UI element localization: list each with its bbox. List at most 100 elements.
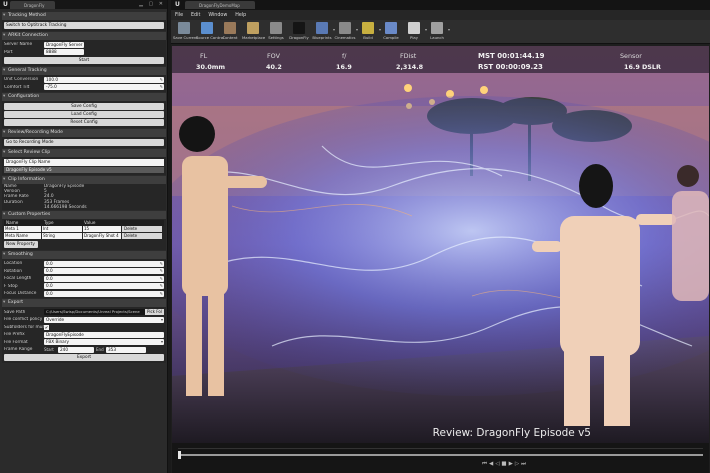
left-window-controls[interactable]: ▁ ▢ ✕ — [139, 1, 165, 7]
hud-sensor-value: 16.9 DSLR — [624, 63, 661, 71]
section-general-tracking[interactable]: General Tracking — [2, 67, 166, 75]
end-frame-input[interactable]: 353 — [106, 346, 146, 353]
timeline-playhead[interactable] — [178, 451, 181, 459]
toolbar-play-button[interactable]: Play ▾ — [403, 20, 427, 44]
skip-start-icon[interactable]: ⏮ — [482, 461, 489, 467]
start-button[interactable]: Start — [4, 57, 164, 64]
export-button[interactable]: Export — [4, 354, 164, 362]
save-path-input[interactable]: C:/Users/Swisp/Documents/Unreal Projects… — [44, 309, 146, 316]
server-name-input[interactable]: DragonFly Server — [44, 41, 84, 48]
toolbar-marketplace-button[interactable]: Marketplace — [242, 20, 265, 44]
menu-edit[interactable]: Edit — [191, 13, 200, 18]
toolbar-label: Save Current — [173, 35, 198, 40]
toolbar-dragonfly-button[interactable]: DragonFly — [288, 20, 310, 44]
smoothing-label: Focus Distance — [4, 291, 37, 297]
left-tab-title: DragonFly — [24, 2, 45, 8]
comfort-tilt-input[interactable]: -75.0 ✎ — [44, 84, 164, 91]
toolbar-label: Content — [222, 35, 238, 40]
timeline-track[interactable] — [178, 454, 703, 456]
section-review-mode[interactable]: Review/Recording Mode — [2, 129, 166, 137]
stop-icon[interactable]: ■ — [501, 461, 508, 467]
file-prefix-input[interactable]: DragonFlyEpisode — [44, 331, 164, 338]
unit-conversion-input[interactable]: 100.0 ✎ — [44, 76, 164, 83]
section-custom-properties[interactable]: Custom Properties — [2, 210, 166, 219]
smoothing-input[interactable]: 0.0 ✎ — [44, 275, 164, 282]
smoothing-input[interactable]: 0.0 ✎ — [44, 283, 164, 290]
port-input[interactable]: 8888 — [44, 49, 84, 56]
smoothing-label: Focal Length — [4, 276, 32, 282]
level-viewport[interactable]: FL 30.0mm FOV 40.2 f/ 16.9 FDist 2,314.8… — [172, 46, 709, 443]
new-property-button[interactable]: New Property — [4, 240, 38, 248]
toolbar-label: Compile — [383, 35, 399, 40]
left-tab[interactable]: U DragonFly — [3, 1, 55, 9]
smoothing-label: F Stop — [4, 283, 18, 289]
section-smoothing[interactable]: Smoothing — [2, 250, 166, 259]
prop-value-input[interactable]: 15 — [83, 226, 121, 233]
menu-help[interactable]: Help — [235, 13, 246, 18]
subfolders-checkbox[interactable]: ✔ — [44, 324, 49, 330]
blueprints-icon — [316, 22, 328, 34]
start-frame-input[interactable]: 240 — [58, 346, 94, 353]
toolbar-save-current-button[interactable]: Save Current — [173, 20, 198, 44]
source-control-icon — [201, 22, 213, 34]
port-label: Port — [4, 49, 13, 55]
timeline-scrubber[interactable]: ⏮◀◁■▶▷⏭ — [172, 443, 709, 473]
smoothing-input[interactable]: 0.0 ✎ — [44, 260, 164, 267]
play-icon — [408, 22, 420, 34]
smoothing-value: 0.0 — [46, 275, 53, 281]
toolbar-cinematics-button[interactable]: Cinematics ▾ — [334, 20, 358, 44]
section-clip-info[interactable]: Clip Information — [2, 176, 166, 184]
section-tracking-method[interactable]: Tracking Method — [2, 12, 166, 20]
prop-name-input[interactable]: Meta 1 — [4, 226, 41, 233]
section-select-clip[interactable]: Select Review Clip — [2, 149, 166, 157]
prop-type-select[interactable]: String — [42, 233, 82, 240]
delete-button[interactable]: Delete — [122, 226, 162, 233]
toolbar-launch-button[interactable]: Launch ▾ — [426, 20, 450, 44]
save-config-button[interactable]: Save Config — [4, 103, 164, 110]
prop-name-input[interactable]: Meta Name — [4, 233, 41, 240]
smoothing-value: 0.0 — [46, 290, 53, 296]
file-format-select[interactable]: FBX Binary ▾ — [44, 339, 164, 346]
toolbar-label: Play — [410, 35, 418, 40]
start-label: Start — [44, 347, 54, 353]
section-configuration[interactable]: Configuration — [2, 93, 166, 101]
toolbar-compile-button[interactable]: Compile — [380, 20, 402, 44]
clip-selected-item[interactable]: DragonFly Episode v5 — [4, 166, 164, 173]
chevron-down-icon[interactable]: ▾ — [448, 27, 450, 32]
toolbar-content-button[interactable]: Content — [219, 20, 241, 44]
reset-config-button[interactable]: Reset Config — [4, 119, 164, 126]
switch-tracking-button[interactable]: Switch to Optitrack Tracking — [4, 22, 164, 29]
toolbar-source-control-button[interactable]: Source Control — [196, 20, 224, 44]
pick-folder-button[interactable]: Pick Fol — [145, 309, 164, 316]
smoothing-value: 0.0 — [46, 283, 53, 289]
transport-controls[interactable]: ⏮◀◁■▶▷⏭ — [482, 461, 528, 468]
skip-end-icon[interactable]: ⏭ — [521, 461, 528, 467]
menu-window[interactable]: Window — [208, 13, 227, 18]
section-export[interactable]: Export — [2, 299, 166, 308]
unreal-editor: U DragonFlyDemoMap File Edit Window Help… — [171, 0, 710, 473]
menu-file[interactable]: File — [175, 13, 183, 18]
left-scroll-area[interactable]: Tracking Method Switch to Optitrack Trac… — [2, 11, 166, 471]
section-arkit[interactable]: ARKit Connection — [2, 32, 166, 40]
goto-recording-button[interactable]: Go to Recording Mode — [4, 139, 164, 146]
editor-tab[interactable]: U DragonFlyDemoMap — [175, 1, 255, 9]
toolbar-blueprints-button[interactable]: Blueprints ▾ — [311, 20, 335, 44]
smoothing-input[interactable]: 0.0 ✎ — [44, 268, 164, 275]
delete-button[interactable]: Delete — [122, 233, 162, 240]
toolbar-build-button[interactable]: Build ▾ — [357, 20, 381, 44]
prop-value-input[interactable]: DragonFly Shot 4 — [83, 233, 121, 240]
toolbar-label: Blueprints — [312, 35, 332, 40]
edit-icon: ✎ — [159, 76, 163, 82]
prop-type-select[interactable]: Int — [42, 226, 82, 233]
smoothing-input[interactable]: 0.0 ✎ — [44, 290, 164, 297]
settings-icon — [270, 22, 282, 34]
smoothing-label: Rotation — [4, 268, 22, 274]
cinematics-icon — [339, 22, 351, 34]
load-config-button[interactable]: Load Config — [4, 111, 164, 118]
toolbar-settings-button[interactable]: Settings — [265, 20, 287, 44]
clip-name-item[interactable]: DragonFly Clip Name — [4, 159, 164, 166]
main-toolbar: Save Current Source Control Content Marketp… — [171, 20, 710, 44]
conflict-policy-value: Override — [46, 316, 65, 322]
conflict-policy-select[interactable]: Override ▾ — [44, 316, 164, 323]
launch-icon — [431, 22, 443, 34]
